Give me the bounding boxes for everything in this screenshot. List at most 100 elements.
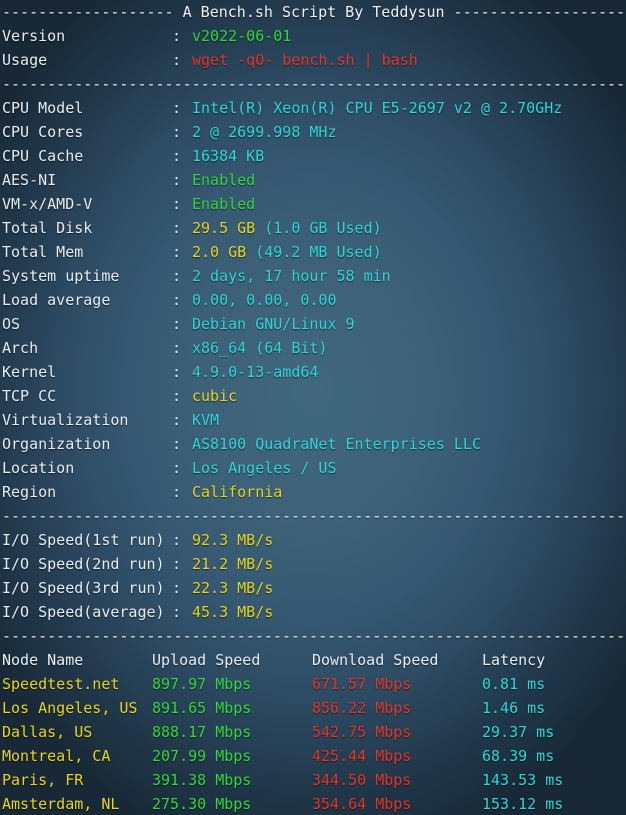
row-colon: : — [172, 171, 182, 189]
row-colon: : — [172, 195, 182, 213]
row-colon: : — [172, 99, 182, 117]
io-speed-block: I/O Speed(1st run):92.3 MB/s I/O Speed(2n… — [0, 528, 626, 624]
speedtest-latency: 143.53 ms — [482, 771, 564, 789]
column-header-node-name: Node Name — [2, 651, 84, 669]
row-label: Kernel — [2, 363, 57, 381]
speedtest-upload-speed: 275.30 Mbps — [152, 795, 252, 813]
row-label: I/O Speed(average) — [2, 603, 165, 621]
row-label: Total Mem — [2, 243, 84, 261]
row-label: System uptime — [2, 267, 120, 285]
row-label: Virtualization — [2, 411, 129, 429]
speedtest-download-speed: 354.64 Mbps — [312, 795, 412, 813]
row-colon: : — [172, 603, 182, 621]
speedtest-row: Amsterdam, NL 275.30 Mbps 354.64 Mbps 153.1… — [0, 792, 626, 815]
row-colon: : — [172, 27, 182, 45]
speedtest-latency: 68.39 ms — [482, 747, 555, 765]
row-value: Intel(R) Xeon(R) CPU E5-2697 v2 @ 2.70GH… — [192, 99, 563, 117]
row-label: CPU Model — [2, 99, 84, 117]
speedtest-node-name: Paris, FR — [2, 771, 84, 789]
speedtest-upload-speed: 888.17 Mbps — [152, 723, 252, 741]
row-colon: : — [172, 291, 182, 309]
row-value: KVM — [192, 411, 220, 429]
info-row-tcp-cc: TCP CC: cubic — [0, 384, 626, 408]
row-value-suffix: (49.2 MB Used) — [246, 243, 382, 261]
speedtest-download-speed: 671.57 Mbps — [312, 675, 412, 693]
row-value: cubic — [192, 387, 238, 405]
row-colon: : — [172, 483, 182, 501]
separator-1: ----------------------------------------… — [2, 75, 626, 93]
speedtest-upload-speed: 897.97 Mbps — [152, 675, 252, 693]
row-colon: : — [172, 387, 182, 405]
row-value: Enabled — [192, 195, 256, 213]
info-row-os: OS: Debian GNU/Linux 9 — [0, 312, 626, 336]
row-colon: : — [172, 531, 182, 549]
row-label: CPU Cores — [2, 123, 84, 141]
speedtest-node-name: Montreal, CA — [2, 747, 111, 765]
terminal-window: ------------------- A Bench.sh Script By… — [0, 0, 626, 815]
info-row-total-mem: Total Mem:2.0 GB (49.2 MB Used) — [0, 240, 626, 264]
row-label: CPU Cache — [2, 147, 84, 165]
info-row-aes-ni: AES-NI: Enabled — [0, 168, 626, 192]
info-row-i-o-speed-3rd-run: I/O Speed(3rd run):22.3 MB/s — [0, 576, 626, 600]
row-label: Organization — [2, 435, 111, 453]
speedtest-node-name: Speedtest.net — [2, 675, 120, 693]
speedtest-header-row: Node Name Upload Speed Download Speed La… — [0, 648, 626, 672]
speedtest-upload-speed: 891.65 Mbps — [152, 699, 252, 717]
row-value: AS8100 QuadraNet Enterprises LLC — [192, 435, 481, 453]
row-label: I/O Speed(2nd run) — [2, 555, 165, 573]
row-value: 29.5 GB — [192, 219, 256, 237]
row-value: Enabled — [192, 171, 256, 189]
row-value-suffix: (1.0 GB Used) — [255, 219, 382, 237]
row-label: Arch — [2, 339, 39, 357]
row-value: wget -qO- bench.sh | bash — [192, 51, 418, 69]
info-row-cpu-model: CPU Model: Intel(R) Xeon(R) CPU E5-2697 v… — [0, 96, 626, 120]
info-row-arch: Arch: x86_64 (64 Bit) — [0, 336, 626, 360]
row-label: OS — [2, 315, 21, 333]
row-value: 45.3 MB/s — [192, 603, 274, 621]
system-info-block: CPU Model: Intel(R) Xeon(R) CPU E5-2697 v… — [0, 96, 626, 504]
speedtest-node-name: Amsterdam, NL — [2, 795, 120, 813]
info-row-kernel: Kernel:4.9.0-13-amd64 — [0, 360, 626, 384]
row-colon: : — [172, 363, 182, 381]
info-row-version: Version : v2022-06-01 — [0, 24, 626, 48]
row-label: AES-NI — [2, 171, 57, 189]
speedtest-table-body: Speedtest.net 897.97 Mbps 671.57 Mbps 0.81 … — [0, 672, 626, 815]
info-row-total-disk: Total Disk:29.5 GB (1.0 GB Used) — [0, 216, 626, 240]
separator-2: ----------------------------------------… — [2, 507, 626, 525]
info-row-location: Location: Los Angeles / US — [0, 456, 626, 480]
row-colon: : — [172, 459, 182, 477]
row-value: 92.3 MB/s — [192, 531, 274, 549]
row-value: 22.3 MB/s — [192, 579, 274, 597]
info-row-cpu-cores: CPU Cores:2 @ 2699.998 MHz — [0, 120, 626, 144]
row-colon: : — [172, 339, 182, 357]
info-row-i-o-speed-2nd-run: I/O Speed(2nd run):21.2 MB/s — [0, 552, 626, 576]
row-value: 2 @ 2699.998 MHz — [192, 123, 337, 141]
row-colon: : — [172, 579, 182, 597]
speedtest-upload-speed: 207.99 Mbps — [152, 747, 252, 765]
speedtest-row: Montreal, CA 207.99 Mbps 425.44 Mbps 68.39 … — [0, 744, 626, 768]
row-label: Region — [2, 483, 57, 501]
row-value: 2.0 GB — [192, 243, 247, 261]
row-value: x86_64 (64 Bit) — [192, 339, 328, 357]
row-value: Los Angeles / US — [192, 459, 337, 477]
row-colon: : — [172, 435, 182, 453]
speedtest-latency: 29.37 ms — [482, 723, 555, 741]
row-label: Location — [2, 459, 75, 477]
speedtest-upload-speed: 391.38 Mbps — [152, 771, 252, 789]
info-row-organization: Organization: AS8100 QuadraNet Enterprise… — [0, 432, 626, 456]
speedtest-row: Dallas, US 888.17 Mbps 542.75 Mbps 29.37 ms — [0, 720, 626, 744]
row-colon: : — [172, 243, 182, 261]
row-value: 21.2 MB/s — [192, 555, 274, 573]
info-row-vm-x-amd-v: VM-x/AMD-V: Enabled — [0, 192, 626, 216]
info-row-system-uptime: System uptime:2 days, 17 hour 58 min — [0, 264, 626, 288]
info-row-region: Region: California — [0, 480, 626, 504]
row-colon: : — [172, 411, 182, 429]
separator-3: ----------------------------------------… — [2, 627, 626, 645]
row-value: v2022-06-01 — [192, 27, 292, 45]
speedtest-download-speed: 425.44 Mbps — [312, 747, 412, 765]
row-label: TCP CC — [2, 387, 57, 405]
speedtest-node-name: Dallas, US — [2, 723, 93, 741]
row-colon: : — [172, 51, 182, 69]
row-label: Usage — [2, 51, 48, 69]
speedtest-latency: 1.46 ms — [482, 699, 546, 717]
